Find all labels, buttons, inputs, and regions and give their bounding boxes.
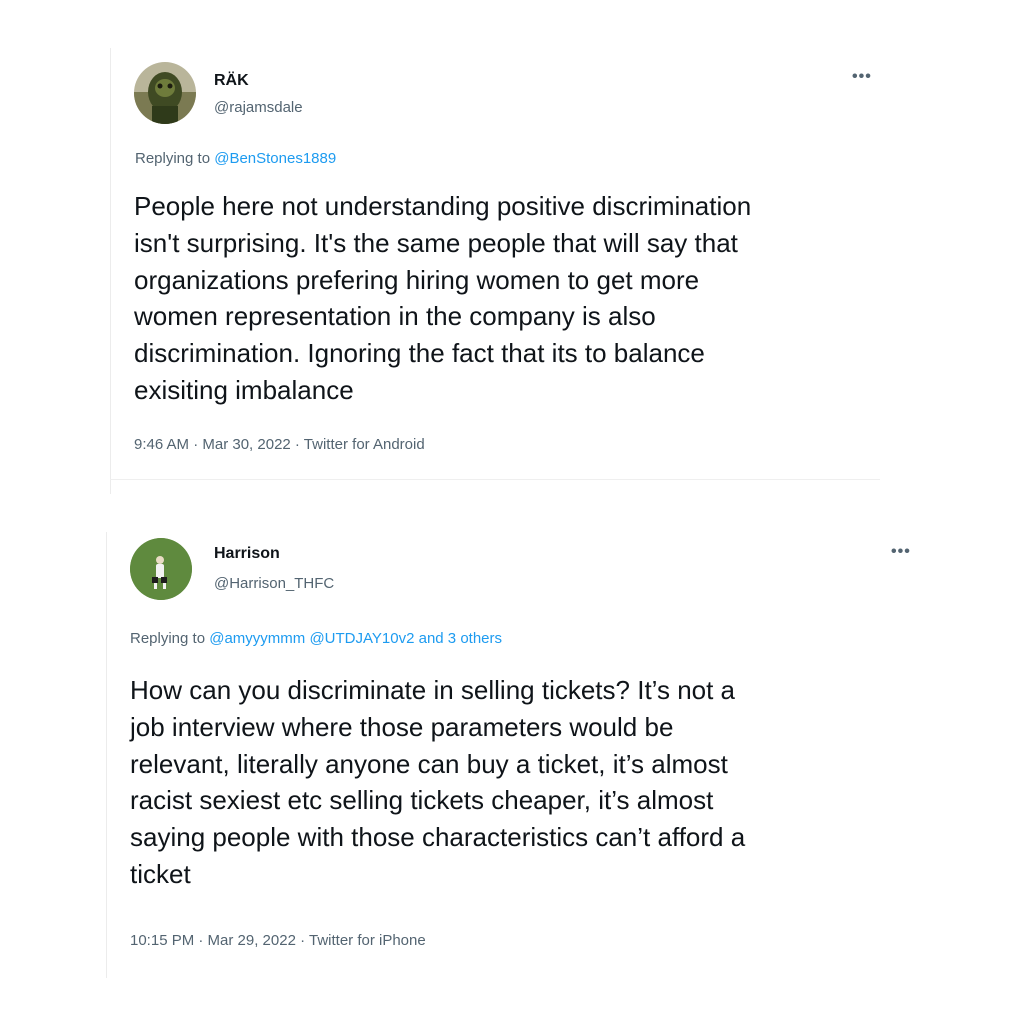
others-link[interactable]: and 3 others	[419, 630, 502, 647]
tweet-text: People here not understanding positive d…	[134, 191, 752, 405]
user-handle[interactable]: @Harrison_THFC	[214, 575, 334, 592]
tweet-card[interactable]: Harrison @Harrison_THFC ••• Replying to …	[106, 532, 910, 978]
replying-to: Replying to @amyyymmm @UTDJAY10v2 and 3 …	[130, 630, 502, 647]
divider	[110, 479, 880, 480]
display-name[interactable]: RÄK	[214, 72, 249, 90]
more-options-icon[interactable]: •••	[891, 543, 911, 561]
user-handle[interactable]: @rajamsdale	[214, 99, 303, 116]
thread-divider	[106, 532, 107, 978]
replying-to: Replying to @BenStones1889	[135, 150, 336, 167]
tweet-card[interactable]: RÄK @rajamsdale ••• Replying to @BenSton…	[110, 48, 880, 494]
thread-divider	[110, 48, 111, 494]
tweet-timestamp[interactable]: 9:46 AM · Mar 30, 2022 · Twitter for And…	[134, 436, 425, 453]
mention-link[interactable]: @amyyymmm	[209, 630, 305, 647]
replying-to-label: Replying to	[135, 150, 215, 167]
avatar[interactable]	[134, 62, 196, 124]
mention-link[interactable]: @UTDJAY10v2	[309, 630, 414, 647]
tweet-text: How can you discriminate in selling tick…	[130, 675, 746, 889]
tweet-timestamp[interactable]: 10:15 PM · Mar 29, 2022 · Twitter for iP…	[130, 932, 426, 949]
replying-to-label: Replying to	[130, 630, 210, 647]
avatar-image	[130, 538, 192, 600]
mention-link[interactable]: @BenStones1889	[214, 150, 336, 167]
more-options-icon[interactable]: •••	[852, 68, 872, 86]
display-name[interactable]: Harrison	[214, 545, 280, 563]
avatar[interactable]	[130, 538, 192, 600]
avatar-image	[134, 62, 196, 124]
